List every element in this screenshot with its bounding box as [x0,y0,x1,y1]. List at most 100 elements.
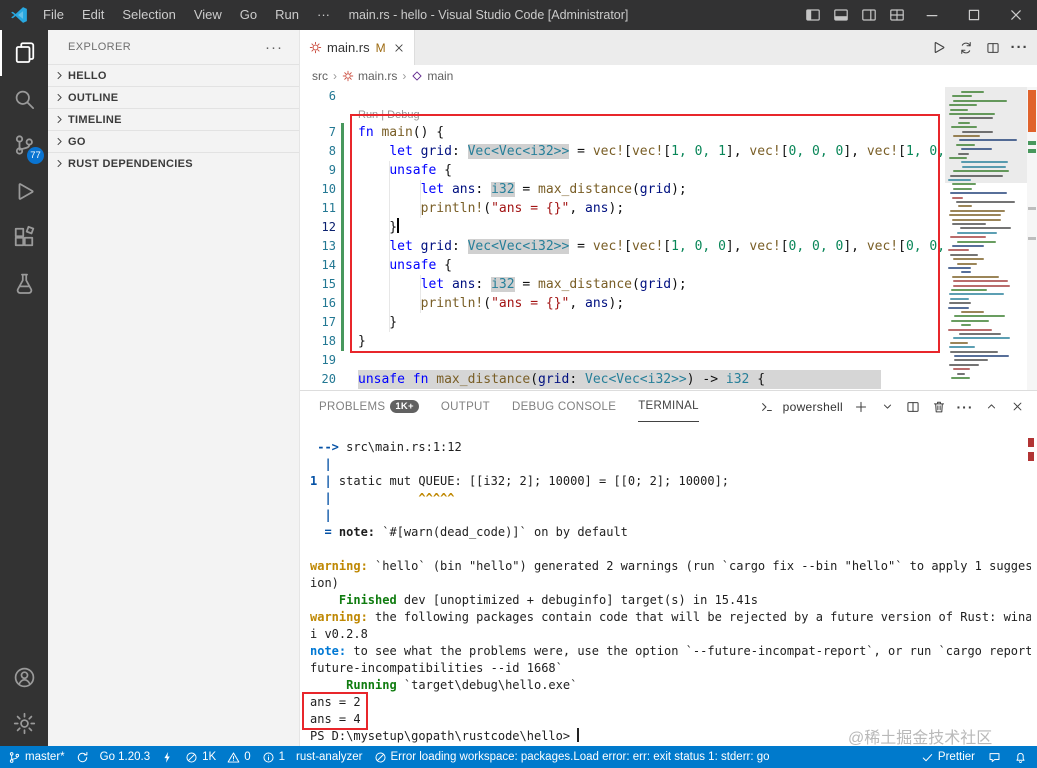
menu-file[interactable]: File [34,0,73,30]
customize-layout-icon[interactable] [883,0,911,30]
sidebar-section-hello[interactable]: HELLO [48,64,299,86]
status-notifications[interactable] [1014,751,1027,764]
statusbar-right: Prettier [908,751,1027,764]
code-line: 14 unsafe { [300,256,945,275]
run-or-debug-icon[interactable] [952,30,979,65]
activitybar-account[interactable] [0,654,48,700]
split-editor-icon[interactable] [979,30,1006,65]
minimap-line [950,126,977,129]
minimap-line [951,245,985,247]
terminal-profile[interactable]: powershell [783,400,843,414]
activitybar-testing[interactable] [0,260,48,306]
line-number: 20 [321,372,336,386]
status-workspace-error[interactable]: Error loading workspace: packages.Load e… [374,751,770,764]
status-sync[interactable] [76,751,89,764]
menu-selection[interactable]: Selection [113,0,184,30]
explorer-sidebar: EXPLORER ··· HELLO OUTLINE TIMELINE GO RUST … [48,30,300,746]
bottom-panel: PROBLEMS 1K+ OUTPUT DEBUG CONSOLE TERMINAL p… [300,390,1037,746]
minimap[interactable] [945,87,1027,390]
minimap-line [952,280,1008,283]
breadcrumb-main-symbol[interactable]: main [411,69,453,83]
run-file-icon[interactable] [925,30,952,65]
maximize-panel-icon[interactable] [979,395,1003,419]
tab-main-rs[interactable]: main.rs M [300,30,415,65]
code-text[interactable]: let grid: Vec<Vec<i32>> = vec![vec![1, 0… [358,237,945,256]
close-tab-icon[interactable] [393,42,405,54]
activitybar-explorer[interactable] [0,30,48,76]
breadcrumb-src[interactable]: src [312,69,328,83]
codelens-run-debug[interactable]: Run | Debug [358,109,420,121]
split-terminal-icon[interactable] [901,395,925,419]
code-text[interactable]: println!("ans = {}", ans); [358,294,625,313]
code-text[interactable]: } [358,313,397,332]
status-git-branch[interactable]: master* [8,751,65,764]
code-text[interactable]: let ans: i32 = max_distance(grid); [358,180,687,199]
code-text[interactable]: unsafe { [358,256,452,275]
status-problems-info[interactable]: 1 [262,751,285,764]
panel-tab-problems[interactable]: PROBLEMS 1K+ [319,391,419,422]
rust-file-icon [309,41,322,54]
minimap-line [948,249,969,252]
code-text[interactable]: let ans: i32 = max_distance(grid); [358,275,687,294]
close-panel-icon[interactable] [1005,395,1029,419]
code-text[interactable]: let grid: Vec<Vec<i32>> = vec![vec![1, 0… [358,142,945,161]
activitybar-search[interactable] [0,76,48,122]
code-editor[interactable]: 6 Run | Debug 7 fn main() {8 let grid: Vec<… [300,87,945,390]
minimap-line [957,121,970,124]
menu-view[interactable]: View [185,0,231,30]
toggle-panel-icon[interactable] [827,0,855,30]
toggle-primary-sidebar-icon[interactable] [799,0,827,30]
status-go-version[interactable]: Go 1.20.3 [100,751,151,763]
code-text[interactable]: } [358,332,366,351]
activitybar-settings[interactable] [0,700,48,746]
terminal-line: i v0.2.8 [310,627,368,641]
sidebar-more-actions[interactable]: ··· [265,39,283,56]
overview-ruler[interactable] [1027,87,1037,390]
status-feedback[interactable] [988,751,1001,764]
minimize-button[interactable] [911,0,953,30]
menu-edit[interactable]: Edit [73,0,113,30]
breadcrumb-main-rs[interactable]: main.rs [342,69,397,83]
code-text[interactable]: unsafe fn max_distance(grid: Vec<Vec<i32… [358,370,882,389]
activitybar-source-control[interactable]: 77 [0,122,48,168]
maximize-button[interactable] [953,0,995,30]
panel-more-icon[interactable]: ··· [953,395,977,419]
status-problems-errors[interactable]: 1K [185,751,216,764]
code-text[interactable]: fn main() { [358,123,444,142]
code-text[interactable]: unsafe { [358,161,452,180]
panel-tab-terminal[interactable]: TERMINAL [638,391,699,422]
sidebar-section-go[interactable]: GO [48,130,299,152]
new-terminal-icon[interactable] [849,395,873,419]
tab-label: main.rs [327,40,370,55]
menu-go[interactable]: Go [231,0,266,30]
terminal-line: | [310,457,332,471]
status-rust-analyzer[interactable]: rust-analyzer [296,751,362,763]
status-go-tools[interactable] [161,751,174,764]
status-prettier[interactable]: Prettier [921,751,975,764]
code-line: 6 [300,87,945,106]
terminal-dropdown-icon[interactable] [875,395,899,419]
terminal-line: ion) [310,576,339,590]
terminal-line: warning: the following packages contain … [310,610,1031,624]
panel-tab-debug-console[interactable]: DEBUG CONSOLE [512,391,616,422]
line-number: 11 [321,201,336,215]
activitybar-run-debug[interactable] [0,168,48,214]
activitybar-extensions[interactable] [0,214,48,260]
panel-tab-output[interactable]: OUTPUT [441,391,490,422]
menu-more[interactable]: ··· [308,0,339,30]
line-number: 18 [321,334,336,348]
sidebar-section-rust-dependencies[interactable]: RUST DEPENDENCIES [48,152,299,174]
sidebar-section-timeline[interactable]: TIMELINE [48,108,299,130]
more-actions-icon[interactable]: ··· [1006,30,1033,65]
code-text[interactable]: println!("ans = {}", ans); [358,199,625,218]
close-window-button[interactable] [995,0,1037,30]
status-problems-warnings[interactable]: 0 [227,751,251,764]
menu-run[interactable]: Run [266,0,308,30]
toggle-secondary-sidebar-icon[interactable] [855,0,883,30]
indent-guide [420,275,421,313]
minimap-line [960,148,993,151]
sidebar-section-outline[interactable]: OUTLINE [48,86,299,108]
code-text[interactable]: } [358,218,400,237]
kill-terminal-icon[interactable] [927,395,951,419]
terminal-output[interactable]: --> src\main.rs:1:12 | 1 | static mut QUE… [310,439,1031,746]
